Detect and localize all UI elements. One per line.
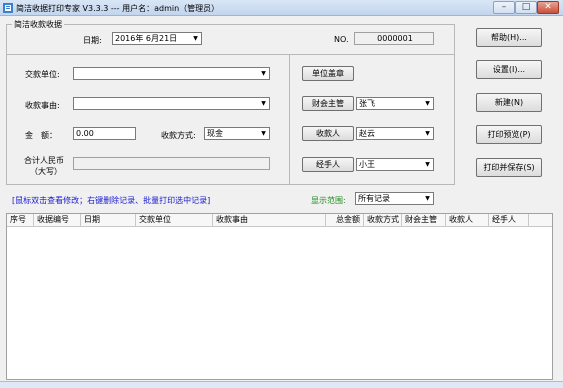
handler-button[interactable]: 经手人 [302, 157, 354, 172]
amount-label: 金 额： [25, 131, 57, 140]
column-header[interactable]: 序号 [7, 214, 34, 226]
rmb-label-line1: 合计人民币 [24, 156, 64, 165]
column-header[interactable]: 财会主管 [402, 214, 446, 226]
table-header: 序号 收据编号 日期 交款单位 收款事由 总金额 收款方式 财会主管 收款人 经… [7, 214, 552, 227]
method-label: 收款方式: [161, 131, 196, 140]
print-preview-button[interactable]: 打印预览(P) [476, 125, 542, 144]
filter-combo[interactable]: 所有记录 ▼ [355, 192, 434, 205]
column-header[interactable]: 收款方式 [364, 214, 402, 226]
rmb-label-line2: （大写） [30, 167, 62, 176]
filter-value: 所有记录 [358, 194, 390, 203]
status-bar [0, 381, 563, 388]
filter-label: 显示范围: [311, 196, 346, 205]
divider-vertical [289, 54, 290, 184]
date-picker[interactable]: 2016年 6月21日 ▼ [112, 32, 202, 45]
payer-label: 交款单位: [25, 70, 60, 79]
close-button[interactable]: ✕ [537, 1, 559, 14]
column-header[interactable]: 交款单位 [136, 214, 213, 226]
payer-combo[interactable]: ▼ [73, 67, 270, 80]
dropdown-arrow-icon: ▼ [261, 70, 266, 77]
column-header[interactable]: 经手人 [489, 214, 529, 226]
amount-input[interactable]: 0.00 [73, 127, 136, 140]
settings-button[interactable]: 设置(I)... [476, 60, 542, 79]
print-save-button[interactable]: 打印并保存(S) [476, 158, 542, 177]
column-header[interactable]: 总金额 [326, 214, 364, 226]
window-title: 简洁收据打印专家 V3.3.3 --- 用户名：admin（管理员） [16, 4, 220, 13]
date-value: 2016年 6月21日 [115, 34, 178, 43]
column-header[interactable]: 收款人 [446, 214, 489, 226]
group-title: 简洁收款收据 [12, 19, 64, 30]
accountant-button[interactable]: 财会主管 [302, 96, 354, 111]
reason-combo[interactable]: ▼ [73, 97, 270, 110]
maximize-button[interactable]: □ [515, 1, 537, 14]
column-header[interactable]: 收据编号 [34, 214, 81, 226]
dropdown-arrow-icon: ▼ [425, 195, 430, 202]
stamp-button[interactable]: 单位盖章 [302, 66, 354, 81]
handler-value: 小王 [359, 160, 375, 169]
dropdown-arrow-icon: ▼ [261, 100, 266, 107]
date-label: 日期: [83, 36, 102, 45]
receiver-value: 赵云 [359, 129, 375, 138]
dropdown-arrow-icon: ▼ [193, 35, 198, 42]
help-button[interactable]: 帮助(H)... [476, 28, 542, 47]
app-icon [3, 3, 13, 13]
hint-text: [鼠标双击查看修改；右键删除记录、批量打印选中记录] [12, 196, 211, 205]
handler-combo[interactable]: 小王 ▼ [356, 158, 434, 171]
dropdown-arrow-icon: ▼ [425, 100, 430, 107]
number-field: 0000001 [354, 32, 434, 45]
records-table[interactable]: 序号 收据编号 日期 交款单位 收款事由 总金额 收款方式 财会主管 收款人 经… [6, 213, 553, 380]
reason-label: 收款事由: [25, 101, 60, 110]
divider-horizontal [6, 54, 455, 55]
accountant-combo[interactable]: 张飞 ▼ [356, 97, 434, 110]
column-header[interactable]: 收款事由 [213, 214, 326, 226]
new-button[interactable]: 新建(N) [476, 93, 542, 112]
dropdown-arrow-icon: ▼ [425, 130, 430, 137]
method-value: 现金 [207, 129, 223, 138]
dropdown-arrow-icon: ▼ [261, 130, 266, 137]
column-header[interactable]: 日期 [81, 214, 136, 226]
minimize-button[interactable]: – [493, 1, 515, 14]
rmb-uppercase-field [73, 157, 270, 170]
method-combo[interactable]: 现金 ▼ [204, 127, 270, 140]
receiver-button[interactable]: 收款人 [302, 126, 354, 141]
dropdown-arrow-icon: ▼ [425, 161, 430, 168]
number-label: NO. [334, 35, 349, 44]
receiver-combo[interactable]: 赵云 ▼ [356, 127, 434, 140]
accountant-value: 张飞 [359, 99, 375, 108]
